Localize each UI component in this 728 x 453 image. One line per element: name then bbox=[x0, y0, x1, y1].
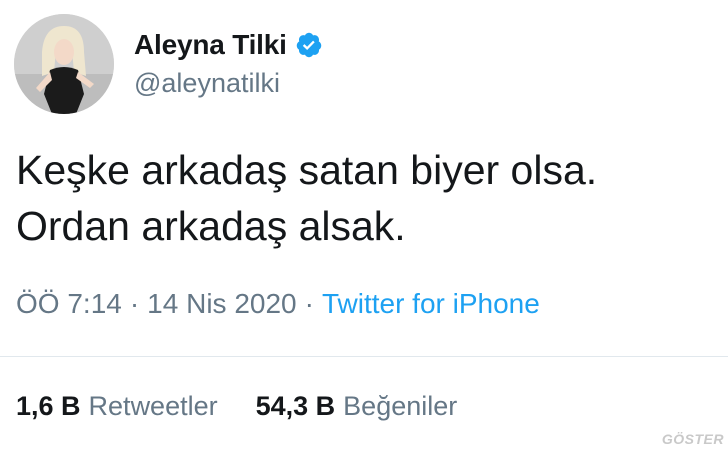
likes-label: Beğeniler bbox=[343, 391, 458, 421]
meta-separator: · bbox=[129, 288, 140, 319]
display-name[interactable]: Aleyna Tilki bbox=[134, 29, 287, 61]
likes-stat[interactable]: 54,3 B Beğeniler bbox=[256, 391, 458, 422]
retweets-stat[interactable]: 1,6 B Retweetler bbox=[16, 391, 218, 422]
verified-badge-icon bbox=[295, 31, 323, 59]
tweet-meta: ÖÖ 7:14 · 14 Nis 2020 · Twitter for iPho… bbox=[16, 288, 540, 320]
watermark: GÖSTER bbox=[661, 431, 724, 447]
tweet-source-link[interactable]: Twitter for iPhone bbox=[322, 288, 540, 320]
avatar[interactable] bbox=[14, 14, 114, 114]
tweet-time[interactable]: ÖÖ 7:14 bbox=[16, 288, 122, 320]
likes-count: 54,3 B bbox=[255, 391, 336, 421]
retweets-count: 1,6 B bbox=[16, 391, 81, 421]
tweet-card: Aleyna Tilki @aleynatilki Keşke arkadaş … bbox=[0, 0, 728, 453]
tweet-date[interactable]: 14 Nis 2020 bbox=[147, 288, 296, 320]
retweets-label: Retweetler bbox=[88, 391, 218, 421]
profile-photo-icon bbox=[14, 14, 114, 114]
meta-separator: · bbox=[304, 288, 314, 319]
divider bbox=[0, 356, 728, 357]
tweet-text: Keşke arkadaş satan biyer olsa. Ordan ar… bbox=[16, 147, 598, 249]
user-handle[interactable]: @aleynatilki bbox=[134, 68, 280, 99]
tweet-stats: 1,6 B Retweetler 54,3 B Beğeniler bbox=[16, 391, 457, 422]
author-name-row[interactable]: Aleyna Tilki bbox=[134, 28, 323, 62]
